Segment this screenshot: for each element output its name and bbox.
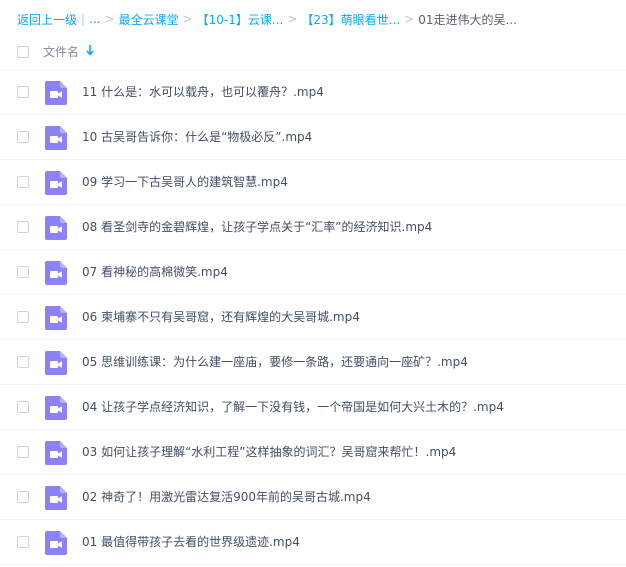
row-checkbox[interactable]	[17, 221, 29, 233]
breadcrumb-item[interactable]: 【10-1】云课...	[197, 11, 284, 28]
breadcrumb-separator: >	[182, 12, 193, 26]
row-checkbox[interactable]	[17, 446, 29, 458]
row-checkbox[interactable]	[17, 311, 29, 323]
file-row[interactable]: 10 古吴哥告诉你：什么是“物极必反”.mp4	[0, 115, 626, 160]
file-row[interactable]: 09 学习一下古吴哥人的建筑智慧.mp4	[0, 160, 626, 205]
video-file-icon	[45, 396, 67, 420]
video-file-icon	[45, 306, 67, 330]
file-name[interactable]: 06 柬埔寨不只有吴哥窟，还有辉煌的大吴哥城.mp4	[82, 308, 360, 325]
file-name[interactable]: 01 最值得带孩子去看的世界级遗迹.mp4	[82, 533, 300, 550]
row-checkbox[interactable]	[17, 491, 29, 503]
file-row[interactable]: 04 让孩子学点经济知识，了解一下没有钱，一个帝国是如何大兴土木的？.mp4	[0, 385, 626, 430]
row-checkbox[interactable]	[17, 176, 29, 188]
video-file-icon	[45, 261, 67, 285]
breadcrumb-ellipsis[interactable]: ...	[89, 12, 100, 26]
file-row[interactable]: 02 神奇了！用激光雷达复活900年前的吴哥古城.mp4	[0, 475, 626, 520]
sort-down-arrow-icon[interactable]	[85, 43, 95, 57]
filename-column-header[interactable]: 文件名	[43, 43, 79, 60]
row-checkbox[interactable]	[17, 86, 29, 98]
breadcrumb-current: 01走进伟大的吴...	[418, 12, 517, 27]
video-file-icon	[45, 81, 67, 105]
row-checkbox[interactable]	[17, 401, 29, 413]
video-file-icon	[45, 441, 67, 465]
breadcrumb-item[interactable]: 最全云课堂	[119, 11, 179, 28]
file-row[interactable]: 01 最值得带孩子去看的世界级遗迹.mp4	[0, 520, 626, 565]
file-name[interactable]: 11 什么是：水可以载舟，也可以覆舟？.mp4	[82, 83, 324, 100]
row-checkbox[interactable]	[17, 131, 29, 143]
video-file-icon	[45, 216, 67, 240]
breadcrumb-item[interactable]: 【23】萌眼看世...	[301, 11, 400, 28]
file-name[interactable]: 07 看神秘的高棉微笑.mp4	[82, 263, 228, 280]
file-row[interactable]: 03 如何让孩子理解“水利工程”这样抽象的词汇？吴哥窟来帮忙！.mp4	[0, 430, 626, 475]
video-file-icon	[45, 351, 67, 375]
file-row[interactable]: 05 思维训练课：为什么建一座庙，要修一条路，还要通向一座矿？.mp4	[0, 340, 626, 385]
breadcrumb-separator: >	[104, 12, 115, 26]
file-name[interactable]: 02 神奇了！用激光雷达复活900年前的吴哥古城.mp4	[82, 488, 371, 505]
file-name[interactable]: 03 如何让孩子理解“水利工程”这样抽象的词汇？吴哥窟来帮忙！.mp4	[82, 443, 456, 460]
breadcrumb: 返回上一级 | ... > 最全云课堂 > 【10-1】云课... > 【23】…	[17, 8, 617, 30]
video-file-icon	[45, 486, 67, 510]
file-name[interactable]: 04 让孩子学点经济知识，了解一下没有钱，一个帝国是如何大兴土木的？.mp4	[82, 398, 504, 415]
file-row[interactable]: 06 柬埔寨不只有吴哥窟，还有辉煌的大吴哥城.mp4	[0, 295, 626, 340]
file-name[interactable]: 10 古吴哥告诉你：什么是“物极必反”.mp4	[82, 128, 312, 145]
file-name[interactable]: 05 思维训练课：为什么建一座庙，要修一条路，还要通向一座矿？.mp4	[82, 353, 468, 370]
file-row[interactable]: 08 看圣剑寺的金碧辉煌，让孩子学点关于“汇率”的经济知识.mp4	[0, 205, 626, 250]
row-checkbox[interactable]	[17, 266, 29, 278]
video-file-icon	[45, 531, 67, 555]
breadcrumb-separator: >	[287, 12, 298, 26]
select-all-checkbox[interactable]	[17, 46, 29, 58]
file-name[interactable]: 08 看圣剑寺的金碧辉煌，让孩子学点关于“汇率”的经济知识.mp4	[82, 218, 432, 235]
file-list-header: 文件名	[0, 34, 626, 71]
file-row[interactable]: 11 什么是：水可以载舟，也可以覆舟？.mp4	[0, 70, 626, 115]
file-row[interactable]: 07 看神秘的高棉微笑.mp4	[0, 250, 626, 295]
file-name[interactable]: 09 学习一下古吴哥人的建筑智慧.mp4	[82, 173, 288, 190]
row-checkbox[interactable]	[17, 536, 29, 548]
video-file-icon	[45, 171, 67, 195]
video-file-icon	[45, 126, 67, 150]
row-checkbox[interactable]	[17, 356, 29, 368]
back-link[interactable]: 返回上一级	[17, 11, 77, 28]
breadcrumb-divider: |	[81, 12, 86, 26]
breadcrumb-separator: >	[404, 12, 415, 26]
